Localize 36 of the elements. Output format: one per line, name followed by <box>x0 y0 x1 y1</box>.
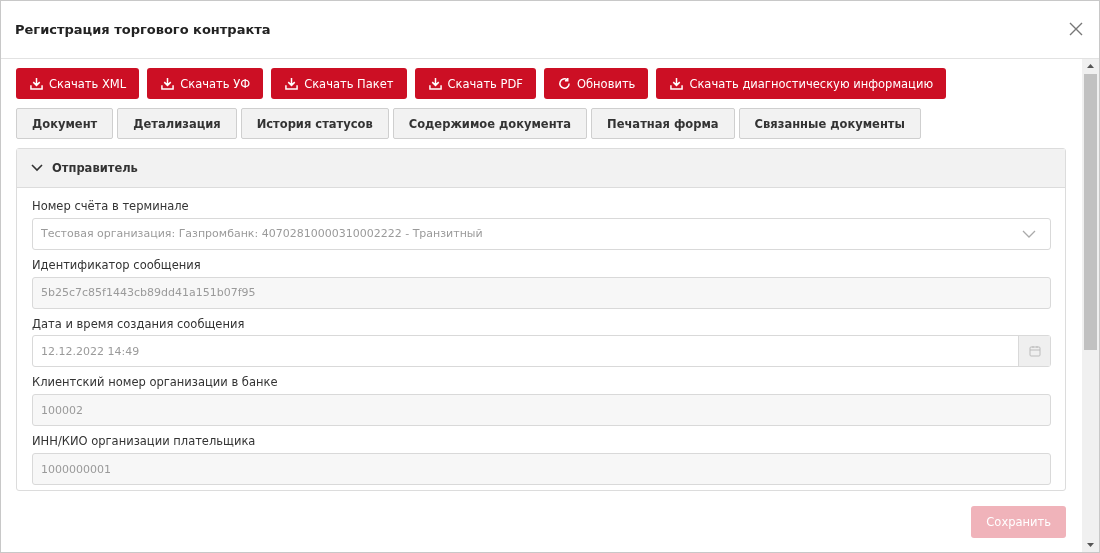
close-icon <box>1069 21 1083 36</box>
download-icon <box>285 77 299 90</box>
download-icon <box>161 77 175 90</box>
window-title: Регистрация торгового контракта <box>15 22 271 37</box>
tab[interactable]: Связанные документы <box>738 108 921 139</box>
tab[interactable]: Детализация <box>117 108 237 139</box>
field-label: Идентификатор сообщения <box>32 256 202 274</box>
scroll-up-icon <box>1087 64 1094 68</box>
field-label: Дата и время создания сообщения <box>32 315 246 333</box>
scroll-thumb[interactable] <box>1084 74 1097 350</box>
download-icon <box>670 77 684 90</box>
download-button[interactable]: Скачать Пакет <box>271 68 407 99</box>
select-field[interactable]: Тестовая организация: Газпромбанк: 40702810000310002222 - Транзитный <box>32 217 1051 250</box>
download-button[interactable]: Скачать диагностическую информацию <box>656 68 947 99</box>
scrollbar[interactable] <box>1082 59 1099 552</box>
close-button[interactable] <box>1069 21 1085 38</box>
refresh-icon <box>557 77 571 90</box>
download-icon <box>30 77 43 90</box>
download-button[interactable]: Скачать PDF <box>414 68 536 99</box>
download-button[interactable]: Скачать XML <box>16 68 140 99</box>
date-field[interactable]: 12.12.2022 14:49 <box>32 335 1051 368</box>
field-label: Клиентский номер организации в банке <box>32 374 279 392</box>
chevron-icon <box>1022 229 1036 238</box>
section-header[interactable]: Отправитель <box>17 149 1065 188</box>
field-label: ИНН/КИО организации плательщика <box>32 433 257 451</box>
download-icon <box>428 77 442 90</box>
calendar-icon <box>1028 345 1041 358</box>
calendar-button[interactable] <box>1018 336 1050 367</box>
scroll-down-icon <box>1087 543 1094 547</box>
tab[interactable]: Содержимое документа <box>392 108 588 139</box>
tab[interactable]: История статусов <box>240 108 389 139</box>
refresh-button[interactable]: Обновить <box>543 68 649 99</box>
tab[interactable]: Печатная форма <box>591 108 735 139</box>
download-button[interactable]: Скачать УФ <box>147 68 264 99</box>
tab[interactable]: Документ <box>16 108 114 139</box>
field-label: Номер счёта в терминале <box>32 198 190 215</box>
